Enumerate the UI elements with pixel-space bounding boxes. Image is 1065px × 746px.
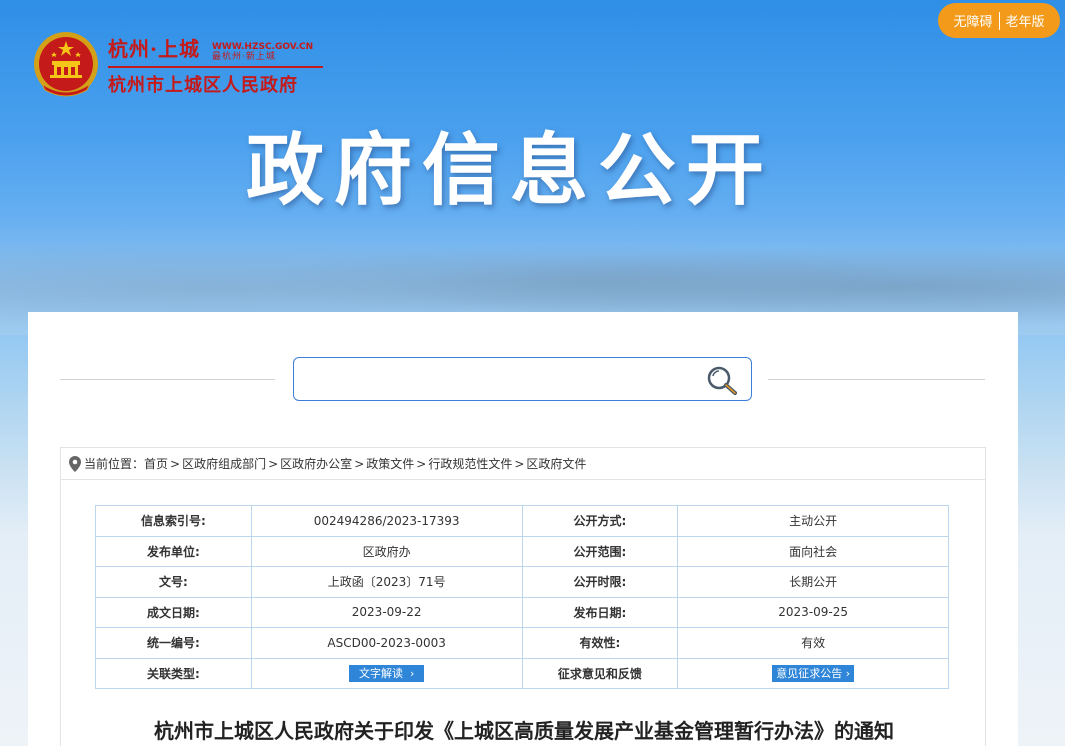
meta-label: 信息索引号:: [95, 505, 252, 537]
meta-label: 成文日期:: [95, 596, 252, 628]
site-logo[interactable]: 杭州·上城 WWW.HZSC.GOV.CN 最杭州·新上城 杭州市上城区人民政府: [108, 33, 323, 97]
breadcrumb-separator: >: [268, 456, 279, 471]
breadcrumb-office[interactable]: 区政府办公室: [280, 455, 352, 472]
table-row: 成文日期: 2023-09-22 发布日期: 2023-09-25: [95, 596, 949, 628]
content-box: 当前位置： 首页 > 区政府组成部门 > 区政府办公室 > 政策文件 > 行政规…: [60, 447, 986, 746]
meta-label: 文号:: [95, 566, 252, 598]
logo-divider: [108, 66, 323, 68]
breadcrumb-separator: >: [514, 456, 525, 471]
search-right-line: [768, 379, 985, 380]
breadcrumb-separator: >: [416, 456, 427, 471]
breadcrumb: 当前位置： 首页 > 区政府组成部门 > 区政府办公室 > 政策文件 > 行政规…: [61, 448, 985, 480]
breadcrumb-policy-docs[interactable]: 政策文件: [366, 455, 414, 472]
table-row: 信息索引号: 002494286/2023-17393 公开方式: 主动公开: [95, 505, 949, 537]
logo-url-block: WWW.HZSC.GOV.CN 最杭州·新上城: [212, 42, 313, 62]
meta-value: 区政府办: [250, 535, 523, 567]
meta-value: 2023-09-22: [250, 596, 523, 628]
meta-value: 面向社会: [677, 535, 949, 567]
text-interpretation-label: 文字解读: [358, 666, 403, 680]
logo-slogan: 最杭州·新上城: [211, 52, 276, 62]
location-pin-icon: [69, 455, 81, 472]
meta-value: 长期公开: [677, 566, 949, 598]
meta-value: ASCD00-2023-0003: [250, 627, 523, 659]
accessibility-button[interactable]: 无障碍: [953, 11, 992, 30]
document-title: 杭州市上城区人民政府关于印发《上城区高质量发展产业基金管理暂行办法》的通知: [154, 719, 894, 743]
text-interpretation-button[interactable]: 文字解读 ›: [348, 664, 425, 682]
breadcrumb-separator: >: [170, 456, 181, 471]
meta-label: 公开范围:: [521, 535, 679, 567]
accessibility-toolbar: 无障碍 老年版: [938, 3, 1060, 38]
elderly-mode-button[interactable]: 老年版: [1006, 11, 1045, 30]
breadcrumb-departments[interactable]: 区政府组成部门: [182, 455, 266, 472]
breadcrumb-normative-docs[interactable]: 行政规范性文件: [428, 455, 512, 472]
logo-url: WWW.HZSC.GOV.CN: [211, 42, 314, 52]
search-box: [293, 357, 752, 401]
meta-label: 发布日期:: [521, 596, 679, 628]
national-emblem-icon: [34, 32, 98, 97]
meta-label: 征求意见和反馈: [521, 657, 679, 689]
breadcrumb-label: 当前位置：: [84, 457, 145, 471]
table-row: 关联类型: 文字解读 › 征求意见和反馈 意见征求公告 ›: [95, 657, 949, 689]
main-panel: 当前位置： 首页 > 区政府组成部门 > 区政府办公室 > 政策文件 > 行政规…: [28, 312, 1018, 746]
meta-label: 有效性:: [521, 627, 679, 659]
consultation-notice-button[interactable]: 意见征求公告 ›: [772, 664, 855, 682]
meta-value: 002494286/2023-17393: [250, 505, 523, 537]
meta-label: 公开时限:: [521, 566, 679, 598]
hero-title: 政府信息公开: [245, 126, 774, 216]
meta-label: 统一编号:: [95, 627, 252, 659]
consultation-notice-label: 意见征求公告: [776, 666, 843, 680]
breadcrumb-gov-docs[interactable]: 区政府文件: [526, 455, 586, 472]
meta-value: 2023-09-25: [677, 596, 949, 628]
toolbar-divider: [998, 11, 1000, 30]
breadcrumb-separator: >: [354, 456, 365, 471]
table-row: 发布单位: 区政府办 公开范围: 面向社会: [95, 535, 949, 567]
breadcrumb-home[interactable]: 首页: [144, 455, 168, 472]
document-meta-table: 信息索引号: 002494286/2023-17393 公开方式: 主动公开 发…: [95, 505, 949, 689]
meta-label: 公开方式:: [521, 505, 679, 537]
meta-label: 关联类型:: [95, 657, 252, 689]
meta-label: 发布单位:: [95, 535, 252, 567]
meta-value: 有效: [677, 627, 949, 659]
logo-gov-name: 杭州市上城区人民政府: [108, 75, 298, 96]
logo-city-name: 杭州·上城: [108, 37, 200, 61]
meta-value: 主动公开: [677, 505, 949, 537]
table-row: 文号: 上政函〔2023〕71号 公开时限: 长期公开: [95, 566, 949, 598]
meta-value: 意见征求公告 ›: [677, 657, 949, 689]
meta-value: 文字解读 ›: [250, 657, 523, 689]
search-input[interactable]: [306, 358, 696, 398]
chevron-right-icon: ›: [845, 666, 851, 680]
search-icon[interactable]: [705, 364, 739, 396]
meta-value: 上政函〔2023〕71号: [250, 566, 523, 598]
table-row: 统一编号: ASCD00-2023-0003 有效性: 有效: [95, 627, 949, 659]
chevron-right-icon: ›: [409, 666, 415, 680]
search-left-line: [60, 379, 275, 380]
